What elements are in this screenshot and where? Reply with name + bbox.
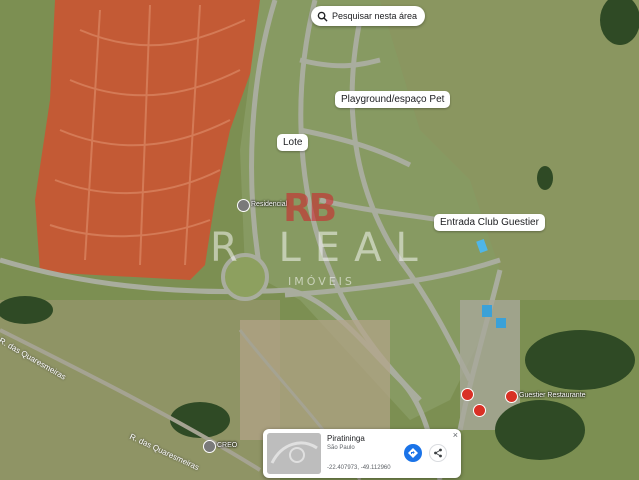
creo-pin-icon[interactable] <box>203 440 216 453</box>
watermark-sub: IMÓVEIS <box>288 275 355 288</box>
poi-creo[interactable]: CREO <box>217 442 237 449</box>
share-icon <box>434 448 442 458</box>
watermark-logo: RB <box>283 186 337 230</box>
directions-button[interactable] <box>404 444 422 462</box>
label-lote: Lote <box>277 134 309 151</box>
directions-icon <box>408 448 418 458</box>
place-thumbnail[interactable] <box>267 433 321 474</box>
search-label: Pesquisar nesta área <box>332 11 418 21</box>
search-icon <box>317 11 328 22</box>
residencial-pin-icon[interactable] <box>237 199 250 212</box>
restaurant-pin-icon[interactable] <box>505 390 518 403</box>
poi-restaurant[interactable]: Guestier Restaurante <box>519 392 586 399</box>
watermark-brand: R LEAL <box>210 225 432 271</box>
label-playground: Playground/espaço Pet <box>335 91 451 108</box>
place-coordinates: -22.407973, -49.112960 <box>327 465 391 471</box>
search-this-area-button[interactable]: Pesquisar nesta área <box>311 6 426 26</box>
place-subtitle: São Paulo <box>327 445 355 451</box>
poi-pin-icon[interactable] <box>461 388 474 401</box>
poi-pin-icon[interactable] <box>473 404 486 417</box>
poi-residencial[interactable]: Residencial <box>251 201 287 208</box>
place-title: Piratininga <box>327 434 365 443</box>
label-entrada: Entrada Club Guestier <box>434 214 545 231</box>
share-button[interactable] <box>429 444 447 462</box>
pasture-southwest <box>0 300 280 480</box>
close-button[interactable]: × <box>453 430 458 440</box>
place-info-card[interactable]: Piratininga São Paulo -22.407973, -49.11… <box>263 429 461 478</box>
